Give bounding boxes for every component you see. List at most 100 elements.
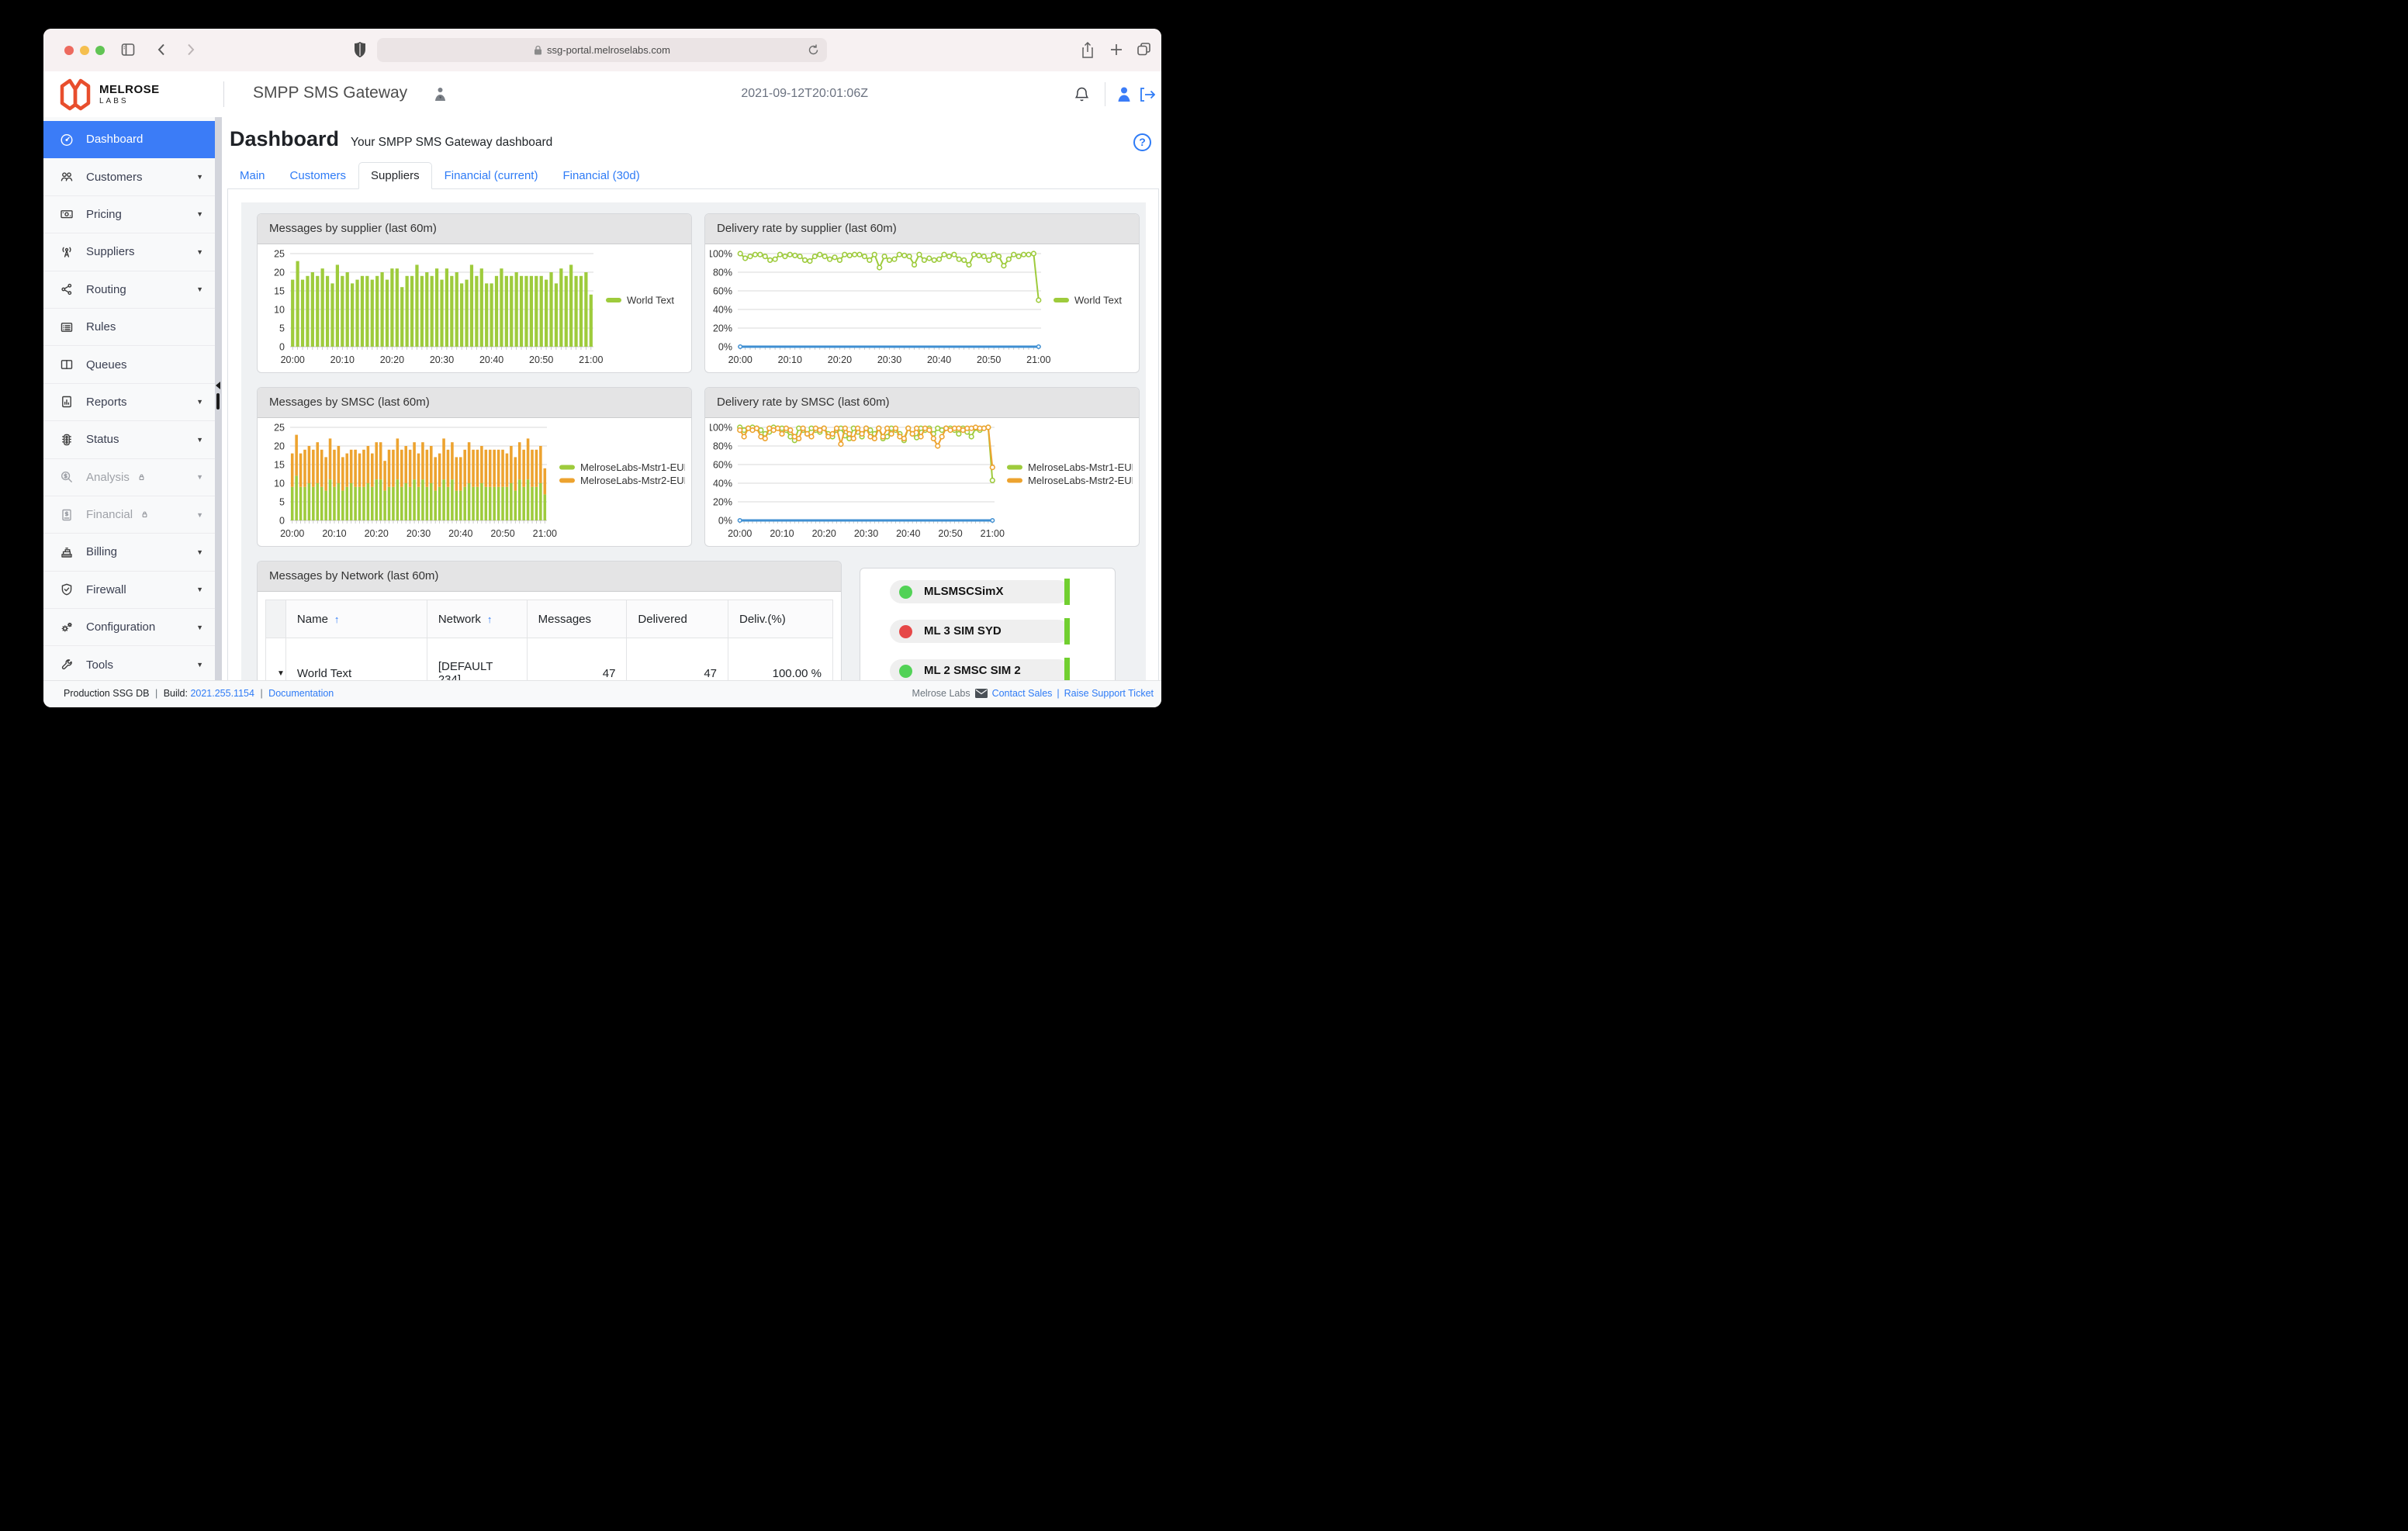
zoom-window-button[interactable] <box>95 46 105 55</box>
forward-button[interactable] <box>182 41 199 58</box>
share-icon[interactable] <box>1080 41 1095 60</box>
card-supplier-status: MLSMSCSimX ML 3 SIM SYD ML 2 SMSC SIM 2 <box>860 568 1116 681</box>
sidebar-item-routing[interactable]: Routing▼ <box>43 271 215 309</box>
status-bar <box>1064 618 1070 645</box>
environment-label: Production SSG DB <box>64 688 149 699</box>
browser-window: ssg-portal.melroselabs.com <box>43 29 1161 707</box>
account-person-icon[interactable] <box>434 87 447 102</box>
sort-up-icon[interactable]: ↑ <box>334 613 340 625</box>
columns-icon <box>59 357 74 372</box>
user-profile-icon[interactable] <box>1116 86 1132 102</box>
card-messages-by-smsc-last-60m: Messages by SMSC (last 60m)051015202520:… <box>257 387 692 547</box>
chevron-down-icon: ▼ <box>196 511 203 519</box>
svg-text:60%: 60% <box>713 460 732 471</box>
build-version-link[interactable]: 2021.255.1154 <box>190 688 254 699</box>
tab-content-container: Messages by supplier (last 60m)051015202… <box>227 188 1159 681</box>
tab-customers[interactable]: Customers <box>278 162 359 189</box>
reload-icon[interactable] <box>808 43 819 57</box>
status-pill-mlsmscsimx[interactable]: MLSMSCSimX <box>890 580 1070 603</box>
lock-icon <box>139 509 150 520</box>
svg-text:20:50: 20:50 <box>490 528 514 539</box>
sidebar-item-tools[interactable]: Tools▼ <box>43 646 215 681</box>
svg-text:World Text: World Text <box>627 295 674 306</box>
chevron-down-icon: ▼ <box>196 586 203 593</box>
status-dot-icon <box>899 586 912 599</box>
privacy-shield-icon[interactable] <box>352 40 368 59</box>
company-name: Melrose Labs <box>912 688 970 699</box>
svg-text:80%: 80% <box>713 441 732 452</box>
svg-text:100%: 100% <box>710 423 732 434</box>
sidebar-item-suppliers[interactable]: Suppliers▼ <box>43 233 215 271</box>
tab-main[interactable]: Main <box>227 162 278 189</box>
svg-text:15: 15 <box>274 460 285 471</box>
status-pill-ml-3-sim-syd[interactable]: ML 3 SIM SYD <box>890 620 1070 643</box>
sidebar-collapse-icon[interactable] <box>216 382 220 389</box>
contact-sales-link[interactable]: Contact Sales <box>992 688 1053 699</box>
sidebar-item-label: Queues <box>86 358 127 372</box>
chevron-down-icon: ▼ <box>196 285 203 293</box>
logout-icon[interactable] <box>1138 87 1155 102</box>
sidebar-item-dashboard[interactable]: Dashboard <box>43 121 215 158</box>
card-title: Delivery rate by SMSC (last 60m) <box>705 388 1139 418</box>
raise-support-ticket-link[interactable]: Raise Support Ticket <box>1064 688 1154 699</box>
svg-text:21:00: 21:00 <box>981 528 1005 539</box>
tab-suppliers[interactable]: Suppliers <box>358 162 432 189</box>
back-button[interactable] <box>154 41 171 58</box>
column-header-network[interactable]: Network↑ <box>427 600 527 638</box>
svg-text:20:50: 20:50 <box>977 354 1001 365</box>
new-tab-icon[interactable] <box>1109 43 1123 57</box>
sidebar-item-label: Customers <box>86 171 143 184</box>
sidebar-item-label: Dashboard <box>86 133 143 146</box>
close-window-button[interactable] <box>64 46 74 55</box>
svg-text:20:00: 20:00 <box>728 528 752 539</box>
svg-text:20%: 20% <box>713 323 732 334</box>
svg-text:10: 10 <box>274 305 285 316</box>
sidebar-item-analysis[interactable]: Analysis▼ <box>43 459 215 496</box>
sidebar-item-pricing[interactable]: Pricing▼ <box>43 196 215 233</box>
svg-text:20: 20 <box>274 441 285 452</box>
sidebar-item-queues[interactable]: Queues <box>43 346 215 383</box>
sidebar-item-label: Status <box>86 433 119 446</box>
svg-text:60%: 60% <box>713 286 732 297</box>
row-expander-icon[interactable]: ▼ <box>266 638 286 682</box>
sidebar-scrollbar-thumb[interactable] <box>216 393 220 410</box>
tab-financial-30d[interactable]: Financial (30d) <box>550 162 652 189</box>
sidebar-item-status[interactable]: Status▼ <box>43 421 215 458</box>
sidebar-item-rules[interactable]: Rules <box>43 309 215 346</box>
column-header-name[interactable]: Name↑ <box>285 600 427 638</box>
sidebar-item-customers[interactable]: Customers▼ <box>43 158 215 195</box>
card-messages-by-supplier-last-60m: Messages by supplier (last 60m)051015202… <box>257 213 692 373</box>
tab-overview-icon[interactable] <box>1136 41 1152 57</box>
sort-up-icon[interactable]: ↑ <box>487 613 493 625</box>
cell-delivered: 47 <box>627 638 728 682</box>
cell-deliv-pct: 100.00 % <box>728 638 833 682</box>
sidebar-item-configuration[interactable]: Configuration▼ <box>43 609 215 646</box>
svg-text:20:50: 20:50 <box>529 354 553 365</box>
tab-financial-current[interactable]: Financial (current) <box>432 162 551 189</box>
svg-text:20:30: 20:30 <box>854 528 878 539</box>
minimize-window-button[interactable] <box>80 46 89 55</box>
svg-text:0: 0 <box>279 342 285 353</box>
svg-text:0%: 0% <box>718 342 732 353</box>
chevron-down-icon: ▼ <box>196 210 203 218</box>
help-icon[interactable]: ? <box>1133 133 1151 151</box>
status-dot-icon <box>899 625 912 638</box>
dashboard-tabs: MainCustomersSuppliersFinancial (current… <box>227 162 652 189</box>
notifications-bell-icon[interactable] <box>1074 86 1090 104</box>
traffic-icon <box>59 432 74 448</box>
svg-text:20:10: 20:10 <box>770 528 794 539</box>
address-bar[interactable]: ssg-portal.melroselabs.com <box>377 38 827 62</box>
status-pill-ml-2-smsc-sim-2[interactable]: ML 2 SMSC SIM 2 <box>890 659 1070 681</box>
melrose-labs-logo[interactable]: MELROSE LABS <box>59 78 160 112</box>
sidebar-toggle-icon[interactable] <box>119 41 137 58</box>
card-messages-by-network-last-60m: Messages by Network (last 60m)Name↑Netwo… <box>257 561 842 681</box>
column-header-delivered: Delivered <box>627 600 728 638</box>
documentation-link[interactable]: Documentation <box>268 688 334 699</box>
sidebar-item-firewall[interactable]: Firewall▼ <box>43 572 215 609</box>
svg-text:5: 5 <box>279 497 285 508</box>
card-delivery-rate-by-smsc-last-60m: Delivery rate by SMSC (last 60m)0%20%40%… <box>704 387 1140 547</box>
sidebar-item-financial[interactable]: Financial▼ <box>43 496 215 534</box>
sidebar-item-reports[interactable]: Reports▼ <box>43 384 215 421</box>
sidebar-item-billing[interactable]: Billing▼ <box>43 534 215 571</box>
svg-text:20:20: 20:20 <box>365 528 389 539</box>
